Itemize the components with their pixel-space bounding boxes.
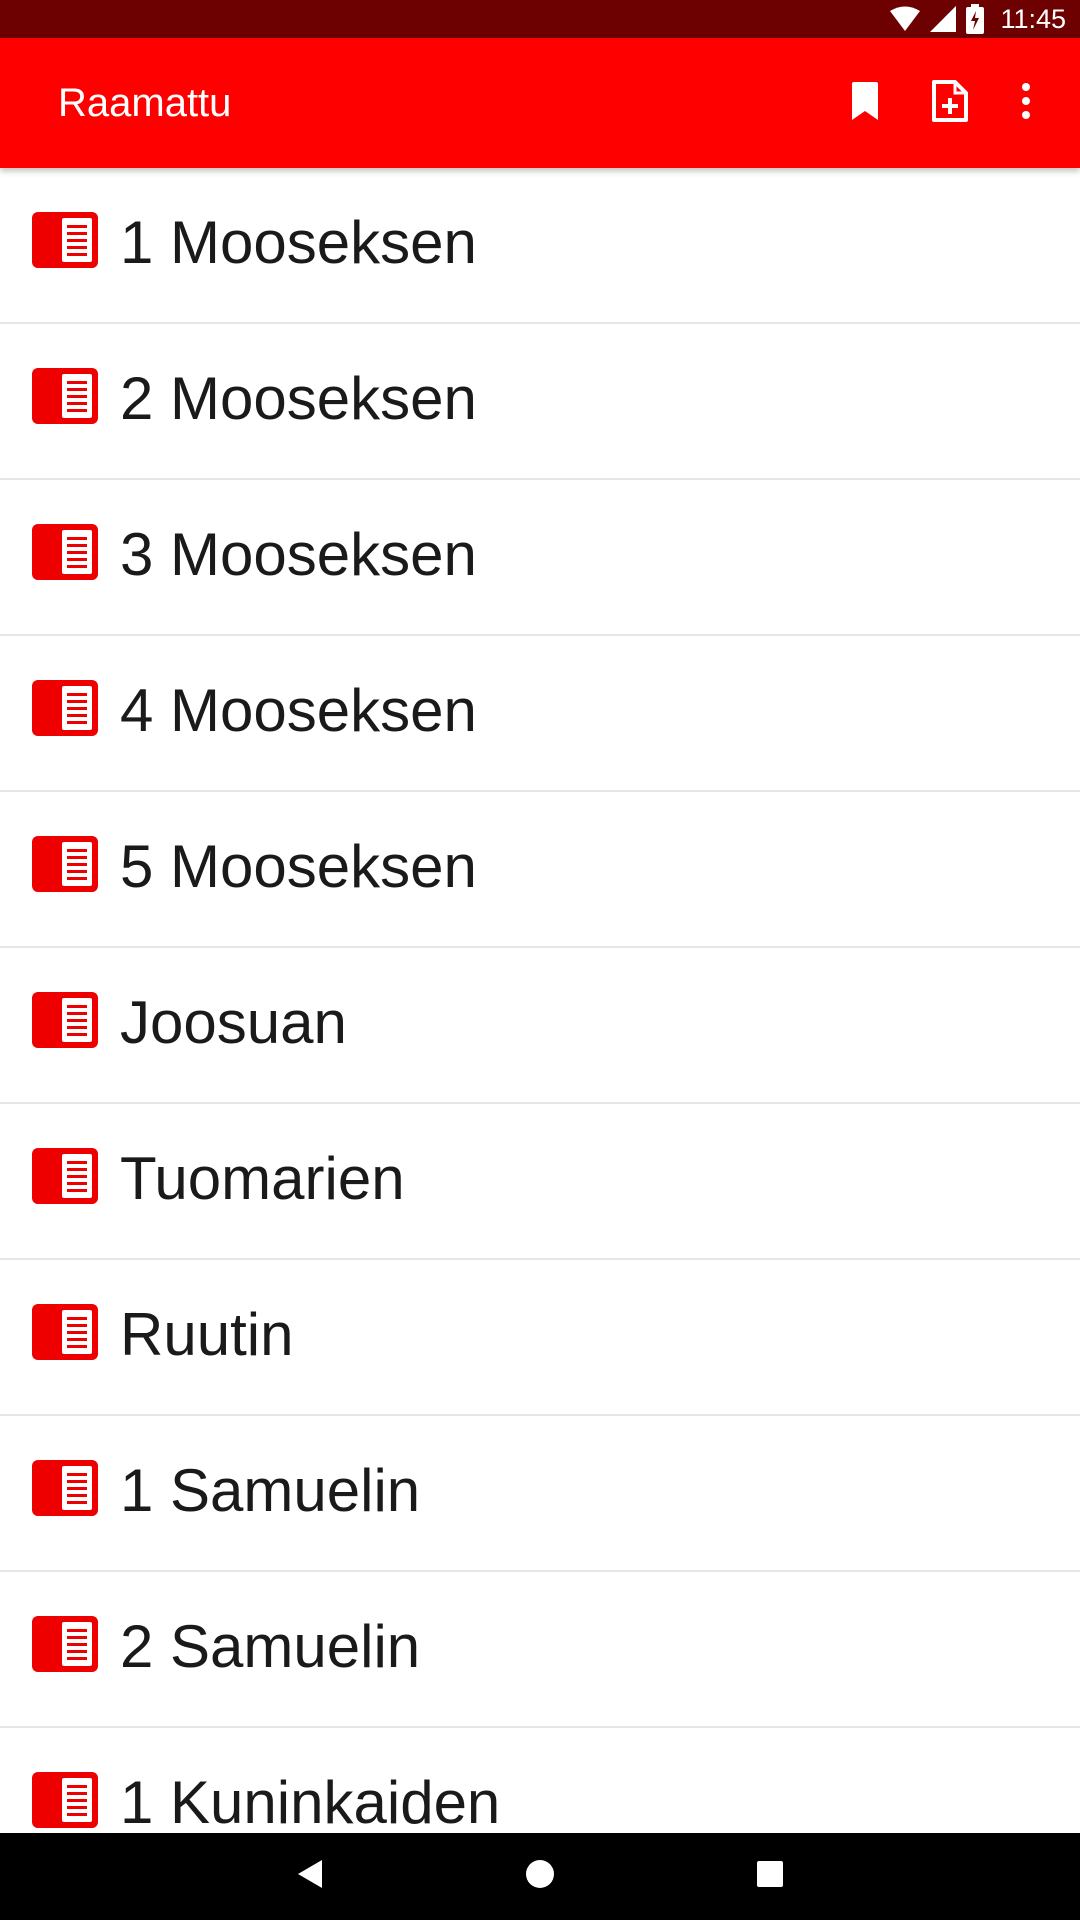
book-label: Joosuan bbox=[120, 989, 347, 1056]
book-label: 2 Samuelin bbox=[120, 1613, 421, 1680]
book-icon bbox=[32, 680, 98, 736]
app-title: Raamattu bbox=[58, 81, 232, 125]
book-label: Tuomarien bbox=[120, 1145, 405, 1212]
book-label: Ruutin bbox=[120, 1301, 294, 1368]
list-item[interactable]: 4 Mooseksen bbox=[0, 636, 1080, 792]
wifi-icon bbox=[890, 6, 921, 32]
more-options-button[interactable] bbox=[986, 38, 1066, 168]
book-icon bbox=[32, 836, 98, 892]
screen: 11:45 Raamattu 1 Mooseksen 2 Mooseksen 3… bbox=[0, 0, 1080, 1920]
book-label: 1 Kuninkaiden bbox=[120, 1769, 501, 1833]
list-item[interactable]: Tuomarien bbox=[0, 1104, 1080, 1260]
battery-charging-icon bbox=[966, 4, 985, 34]
book-icon bbox=[32, 1148, 98, 1204]
bookmark-icon bbox=[852, 81, 878, 125]
book-icon bbox=[32, 212, 98, 268]
book-label: 1 Samuelin bbox=[120, 1457, 421, 1524]
book-icon bbox=[32, 524, 98, 580]
book-label: 3 Mooseksen bbox=[120, 521, 477, 588]
book-icon bbox=[32, 992, 98, 1048]
list-item[interactable]: Joosuan bbox=[0, 948, 1080, 1104]
book-icon bbox=[32, 1772, 98, 1828]
book-label: 2 Mooseksen bbox=[120, 365, 477, 432]
list-item[interactable]: 1 Samuelin bbox=[0, 1416, 1080, 1572]
back-icon bbox=[296, 1858, 324, 1895]
recents-button[interactable] bbox=[725, 1833, 815, 1920]
book-list: 1 Mooseksen 2 Mooseksen 3 Mooseksen 4 Mo… bbox=[0, 168, 1080, 1833]
home-button[interactable] bbox=[495, 1833, 585, 1920]
book-label: 1 Mooseksen bbox=[120, 209, 477, 276]
add-page-button[interactable] bbox=[910, 38, 990, 168]
more-vert-icon bbox=[1021, 82, 1031, 124]
book-icon bbox=[32, 1304, 98, 1360]
app-bar: Raamattu bbox=[0, 38, 1080, 168]
book-icon bbox=[32, 1460, 98, 1516]
status-time: 11:45 bbox=[1000, 3, 1066, 34]
list-item[interactable]: 1 Kuninkaiden bbox=[0, 1728, 1080, 1833]
recents-icon bbox=[756, 1860, 784, 1893]
list-item[interactable]: 2 Mooseksen bbox=[0, 324, 1080, 480]
status-bar: 11:45 bbox=[0, 0, 1080, 38]
list-item[interactable]: 1 Mooseksen bbox=[0, 168, 1080, 324]
signal-icon bbox=[930, 6, 957, 32]
list-item[interactable]: Ruutin bbox=[0, 1260, 1080, 1416]
add-page-icon bbox=[931, 79, 969, 127]
book-icon bbox=[32, 1616, 98, 1672]
book-icon bbox=[32, 368, 98, 424]
back-button[interactable] bbox=[265, 1833, 355, 1920]
book-label: 5 Mooseksen bbox=[120, 833, 477, 900]
list-item[interactable]: 5 Mooseksen bbox=[0, 792, 1080, 948]
book-label: 4 Mooseksen bbox=[120, 677, 477, 744]
home-icon bbox=[525, 1859, 555, 1894]
list-item[interactable]: 3 Mooseksen bbox=[0, 480, 1080, 636]
bookmark-button[interactable] bbox=[825, 38, 905, 168]
list-item[interactable]: 2 Samuelin bbox=[0, 1572, 1080, 1728]
navigation-bar bbox=[0, 1833, 1080, 1920]
